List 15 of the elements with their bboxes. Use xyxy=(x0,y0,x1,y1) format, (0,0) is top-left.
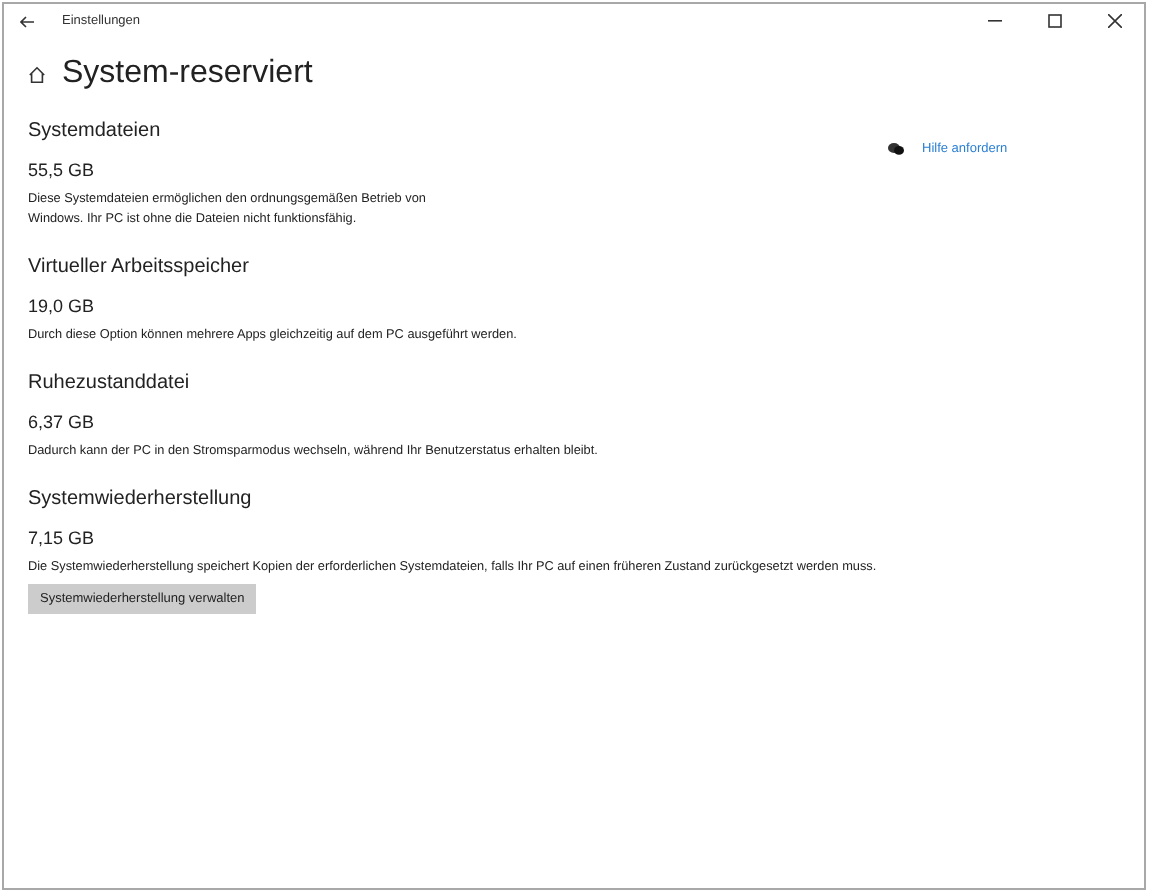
section-heading: Virtueller Arbeitsspeicher xyxy=(28,256,251,278)
size-value: 19,0 GB xyxy=(28,296,97,316)
minimize-icon xyxy=(987,20,1001,22)
size-value: 6,37 GB xyxy=(28,412,97,432)
section-heading: Systemdateien xyxy=(28,120,163,142)
page-title: System-reserviert xyxy=(62,56,313,92)
maximize-icon xyxy=(1047,14,1061,28)
close-icon xyxy=(1107,14,1121,28)
section-heading: Ruhezustanddatei xyxy=(28,372,192,394)
size-value: 7,15 GB xyxy=(28,528,97,548)
section-heading: Systemwiederherstellung xyxy=(28,488,254,510)
chat-bubbles-icon xyxy=(888,142,904,156)
home-icon[interactable] xyxy=(28,65,46,83)
size-value: 55,5 GB xyxy=(28,160,97,180)
back-arrow-icon[interactable] xyxy=(20,15,34,27)
